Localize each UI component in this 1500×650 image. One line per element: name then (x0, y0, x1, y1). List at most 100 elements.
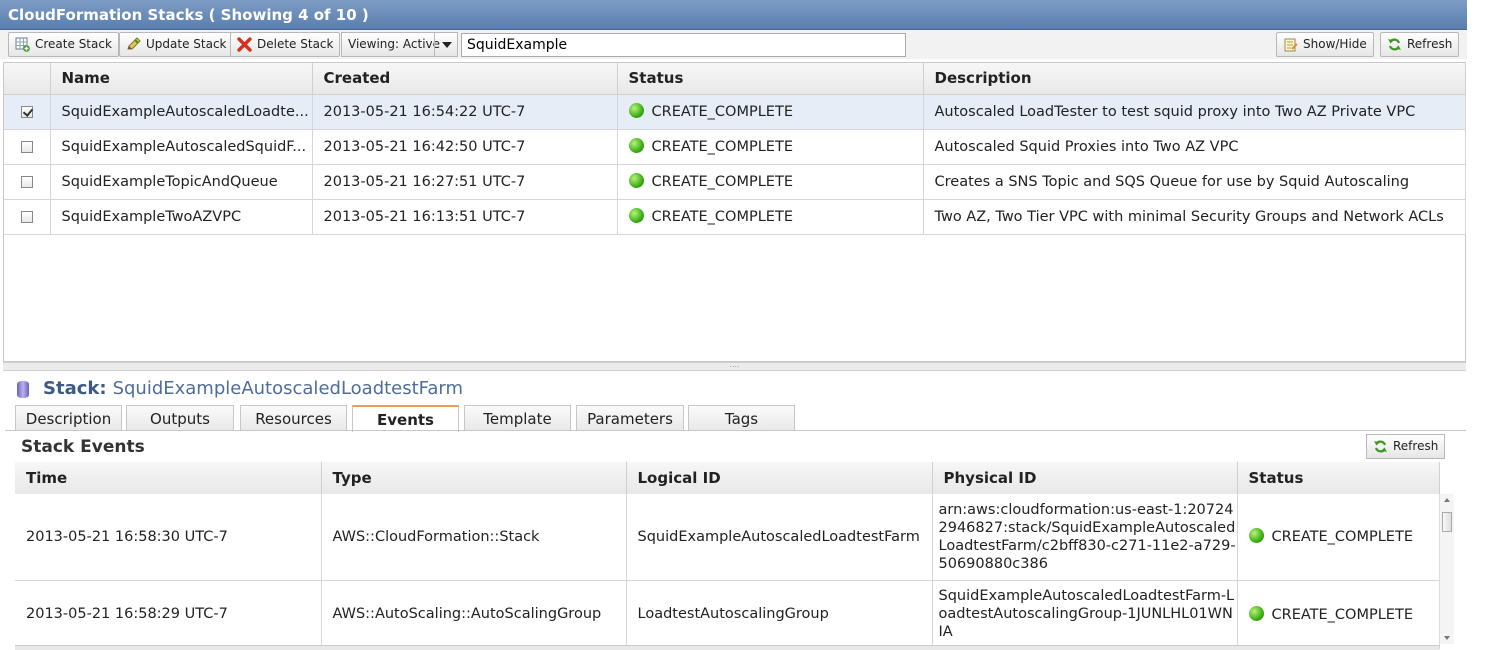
row-checkbox-cell (4, 129, 51, 165)
stack-name-cell: SquidExampleAutoscaledSquidF... (50, 129, 313, 165)
stack-description-cell: Two AZ, Two Tier VPC with minimal Securi… (923, 199, 1466, 235)
pencil-icon (127, 37, 141, 50)
stack-heading: Stack: SquidExampleAutoscaledLoadtestFarm (17, 378, 463, 399)
tab-tags[interactable]: Tags (688, 405, 795, 431)
search-input[interactable] (461, 33, 906, 57)
row-checkbox[interactable] (20, 105, 33, 118)
column-header-created[interactable]: Created (312, 63, 618, 95)
pane-splitter[interactable]: .... (3, 361, 1466, 371)
stack-status-text: CREATE_COMPLETE (651, 209, 793, 225)
stack-status-cell: CREATE_COMPLETE (617, 129, 924, 165)
viewing-select[interactable]: Viewing: Active (341, 32, 458, 57)
stack-status-text: CREATE_COMPLETE (651, 174, 793, 190)
row-checkbox-cell (4, 94, 51, 130)
refresh-label: Refresh (1407, 37, 1453, 51)
column-header-time[interactable]: Time (15, 462, 322, 494)
event-time-cell: 2013-05-21 16:58:30 UTC-7 (15, 494, 322, 581)
tab-resources[interactable]: Resources (240, 405, 347, 431)
event-time-cell: 2013-05-21 16:58:29 UTC-7 (15, 580, 322, 649)
create-stack-button[interactable]: Create Stack (8, 32, 119, 57)
tab-events[interactable]: Events (352, 405, 459, 432)
stack-created-cell: 2013-05-21 16:27:51 UTC-7 (312, 164, 618, 200)
event-logical-id-cell: SquidExampleAutoscaledLoadtestFarm (626, 494, 933, 581)
column-header-status[interactable]: Status (617, 63, 924, 95)
status-ok-icon (628, 103, 644, 118)
update-stack-button[interactable]: Update Stack (119, 32, 234, 57)
status-ok-icon (1248, 605, 1264, 621)
stack-status-cell: CREATE_COMPLETE (617, 199, 924, 235)
grid-add-icon (15, 37, 30, 52)
tab-description[interactable]: Description (15, 405, 122, 431)
events-refresh-button[interactable]: Refresh (1366, 434, 1446, 459)
event-status-text: CREATE_COMPLETE (1271, 606, 1413, 623)
events-table: Time Type Logical ID Physical ID Status … (15, 462, 1440, 649)
tab-template[interactable]: Template (464, 405, 571, 431)
row-checkbox-cell (4, 164, 51, 200)
stack-name-cell: SquidExampleTopicAndQueue (50, 164, 313, 200)
stack-description-cell: Autoscaled Squid Proxies into Two AZ VPC (923, 129, 1466, 165)
event-status-cell: CREATE_COMPLETE (1237, 580, 1440, 649)
events-refresh-label: Refresh (1393, 439, 1439, 453)
row-checkbox[interactable] (20, 210, 33, 223)
event-type-cell: AWS::CloudFormation::Stack (321, 494, 627, 581)
column-header-type[interactable]: Type (321, 462, 627, 494)
notepad-icon (1284, 38, 1298, 52)
event-status-cell: CREATE_COMPLETE (1237, 494, 1440, 581)
row-checkbox[interactable] (20, 175, 33, 188)
stack-status-cell: CREATE_COMPLETE (617, 164, 924, 200)
table-row[interactable]: 2013-05-21 16:58:30 UTC-7 AWS::CloudForm… (15, 494, 1440, 581)
stack-description-cell: Autoscaled LoadTester to test squid prox… (923, 94, 1466, 130)
chevron-down-icon[interactable] (442, 42, 452, 48)
scroll-down-icon[interactable] (1444, 636, 1450, 640)
scroll-thumb[interactable] (1442, 512, 1452, 532)
column-header-name[interactable]: Name (50, 63, 313, 95)
table-row[interactable]: SquidExampleTwoAZVPC 2013-05-21 16:13:51… (4, 199, 1466, 235)
table-row[interactable]: 2013-05-21 16:58:29 UTC-7 AWS::AutoScali… (15, 580, 1440, 649)
scroll-up-icon[interactable] (1444, 498, 1450, 502)
stack-status-cell: CREATE_COMPLETE (617, 94, 924, 130)
stack-created-cell: 2013-05-21 16:42:50 UTC-7 (312, 129, 618, 165)
window-title: CloudFormation Stacks ( Showing 4 of 10 … (0, 0, 1467, 30)
viewing-select-divider (434, 33, 435, 56)
create-stack-label: Create Stack (35, 37, 112, 51)
refresh-button[interactable]: Refresh (1380, 32, 1460, 57)
status-ok-icon (628, 208, 644, 223)
stack-heading-name: SquidExampleAutoscaledLoadtestFarm (112, 378, 464, 399)
refresh-icon (1374, 440, 1387, 453)
row-checkbox-cell (4, 199, 51, 235)
event-logical-id-cell: LoadtestAutoscalingGroup (626, 580, 933, 649)
row-checkbox[interactable] (20, 140, 33, 153)
event-physical-id-cell: arn:aws:cloudformation:us-east-1:2072429… (932, 494, 1238, 581)
column-header-description[interactable]: Description (923, 63, 1466, 95)
stack-status-text: CREATE_COMPLETE (651, 104, 793, 120)
stack-status-text: CREATE_COMPLETE (651, 139, 793, 155)
show-hide-label: Show/Hide (1303, 37, 1367, 51)
update-stack-label: Update Stack (146, 37, 227, 51)
column-header-physical-id[interactable]: Physical ID (932, 462, 1238, 494)
stack-description-cell: Creates a SNS Topic and SQS Queue for us… (923, 164, 1466, 200)
delete-stack-button[interactable]: Delete Stack (230, 32, 341, 57)
database-icon (17, 381, 29, 398)
events-vertical-scrollbar[interactable] (1439, 494, 1454, 644)
stacks-grid: Name Created Status Description SquidExa… (3, 62, 1466, 362)
table-row[interactable]: SquidExampleAutoscaledLoadte... 2013-05-… (4, 94, 1466, 130)
status-ok-icon (628, 173, 644, 188)
tab-parameters[interactable]: Parameters (576, 405, 684, 431)
stack-created-cell: 2013-05-21 16:54:22 UTC-7 (312, 94, 618, 130)
delete-stack-label: Delete Stack (257, 37, 334, 51)
column-header-event-status[interactable]: Status (1237, 462, 1440, 494)
status-ok-icon (1248, 528, 1264, 544)
table-row[interactable]: SquidExampleTopicAndQueue 2013-05-21 16:… (4, 164, 1466, 200)
column-header-logical-id[interactable]: Logical ID (626, 462, 933, 494)
stacks-header-row: Name Created Status Description (4, 63, 1466, 95)
refresh-icon (1388, 38, 1401, 51)
stacks-table: Name Created Status Description SquidExa… (4, 63, 1466, 235)
tab-outputs[interactable]: Outputs (126, 405, 234, 431)
events-grid: Time Type Logical ID Physical ID Status … (15, 462, 1454, 650)
events-header-row: Time Type Logical ID Physical ID Status (15, 462, 1440, 494)
events-horizontal-scrollbar[interactable] (15, 645, 1439, 650)
event-type-cell: AWS::AutoScaling::AutoScalingGroup (321, 580, 627, 649)
table-row[interactable]: SquidExampleAutoscaledSquidF... 2013-05-… (4, 129, 1466, 165)
show-hide-button[interactable]: Show/Hide (1276, 32, 1374, 57)
select-column-header (4, 63, 51, 95)
